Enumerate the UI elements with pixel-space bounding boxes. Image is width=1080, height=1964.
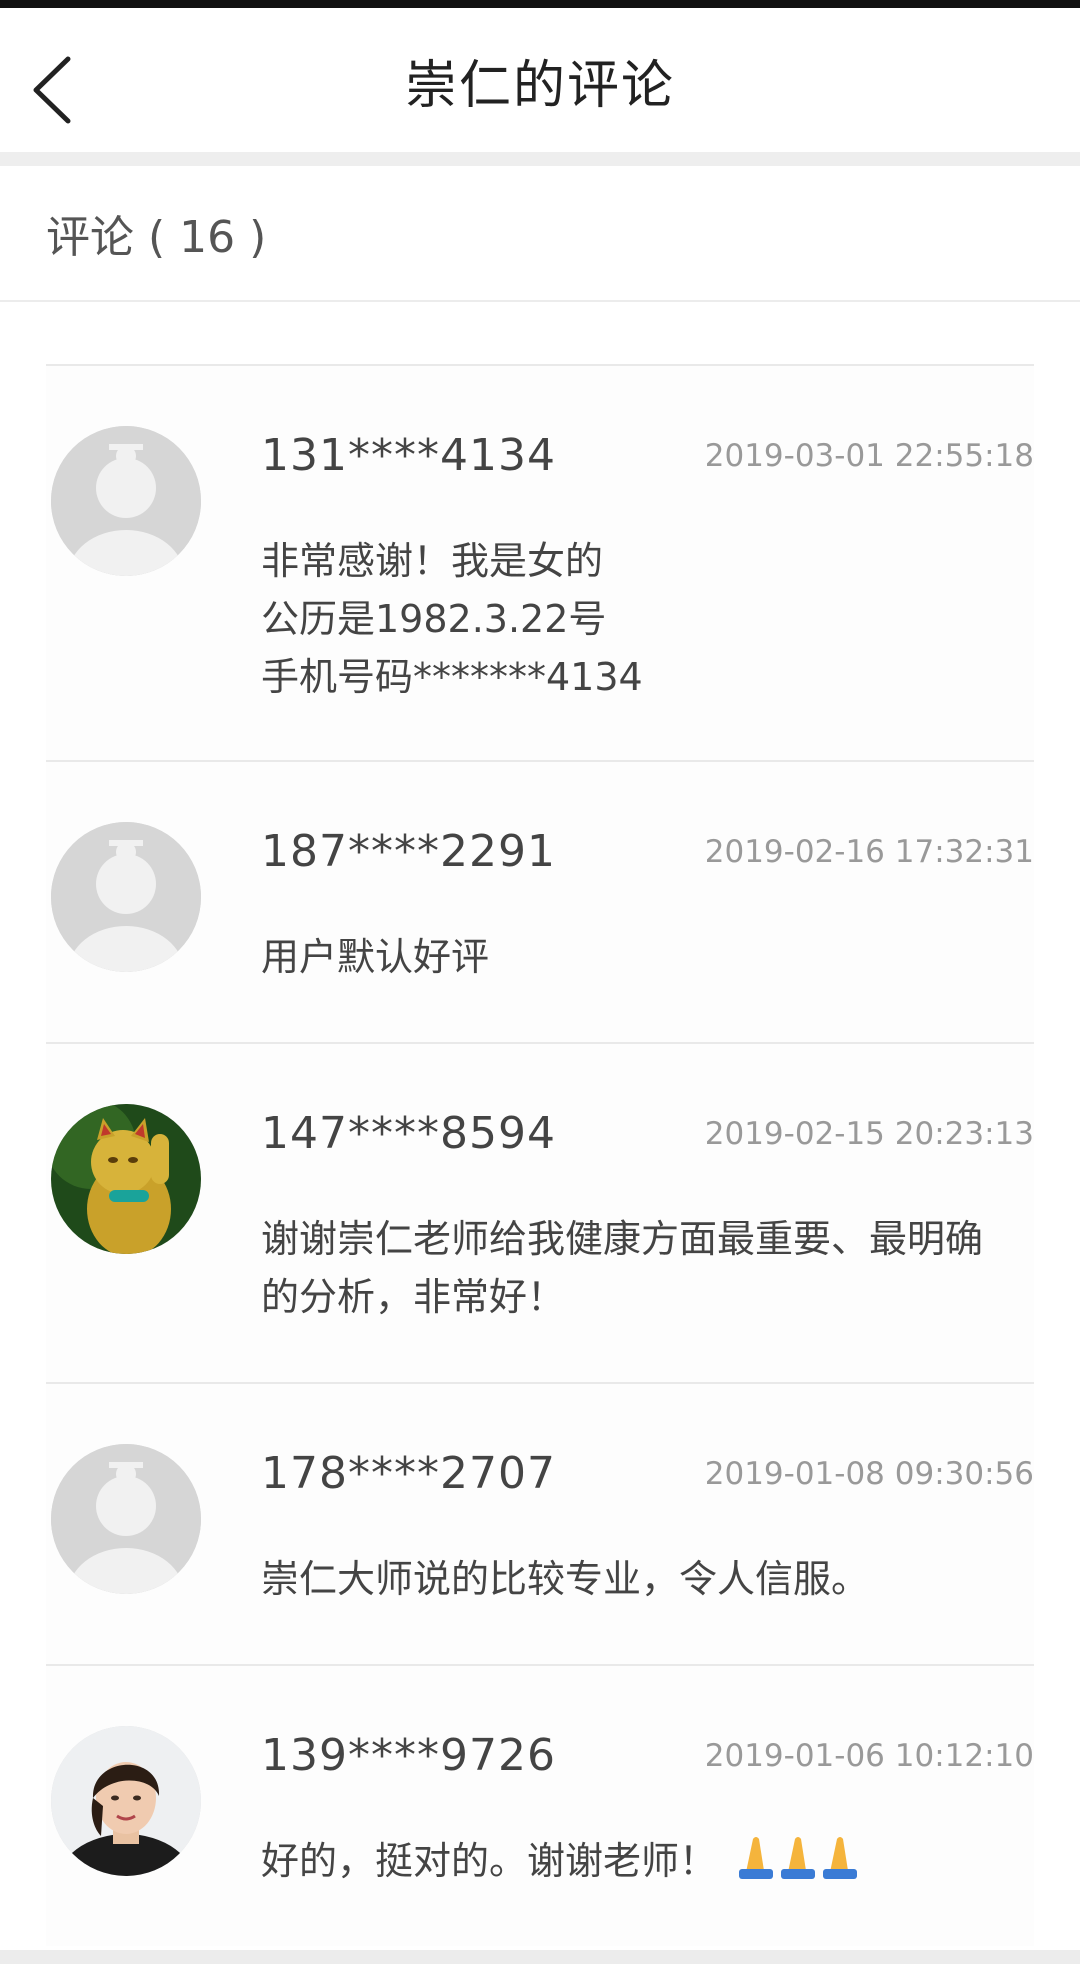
comment-line: 用户默认好评 <box>261 935 490 979</box>
comment-item[interactable]: 187****2291 2019-02-16 17:32:31 用户默认好评 <box>46 762 1034 1044</box>
list-top-spacer <box>46 302 1034 366</box>
comment-user: 187****2291 <box>261 826 556 877</box>
top-navigation-bar: 崇仁的评论 <box>0 8 1080 152</box>
lucky-cat-avatar <box>51 1104 201 1254</box>
comment-time: 2019-01-06 10:12:10 <box>704 1738 1034 1774</box>
comment-line: 公历是1982.3.22号 <box>261 597 607 641</box>
comment-time: 2019-02-16 17:32:31 <box>704 834 1034 870</box>
comment-line: 好的，挺对的。谢谢老师！ <box>261 1839 718 1883</box>
back-button[interactable] <box>22 50 82 130</box>
comment-text: 用户默认好评 <box>261 928 1010 986</box>
comment-time: 2019-02-15 20:23:13 <box>704 1116 1034 1152</box>
comment-item[interactable]: 178****2707 2019-01-08 09:30:56 崇仁大师说的比较… <box>46 1384 1034 1666</box>
praying-hands-icon <box>735 1833 861 1895</box>
comment-user: 131****4134 <box>261 430 556 481</box>
comment-text: 非常感谢！我是女的 公历是1982.3.22号 手机号码*******4134 <box>261 532 1010 706</box>
comment-time: 2019-01-08 09:30:56 <box>704 1456 1034 1492</box>
comment-item[interactable]: 147****8594 2019-02-15 20:23:13 谢谢崇仁老师给我… <box>46 1044 1034 1384</box>
comments-count-label: 评论 ( 16 ) <box>46 212 267 263</box>
comment-item[interactable]: 131****4134 2019-03-01 22:55:18 非常感谢！我是女… <box>46 366 1034 762</box>
page-title: 崇仁的评论 <box>404 55 675 116</box>
comments-count-header: 评论 ( 16 ) <box>0 166 1080 302</box>
default-avatar-icon <box>51 426 201 576</box>
default-avatar-icon <box>51 1444 201 1594</box>
comment-line: 的分析，非常好！ <box>261 1275 566 1319</box>
chevron-left-icon <box>33 56 71 124</box>
comment-list[interactable]: 131****4134 2019-03-01 22:55:18 非常感谢！我是女… <box>0 302 1080 1946</box>
comment-line-row: 好的，挺对的。谢谢老师！ <box>261 1832 1010 1895</box>
comment-line: 手机号码*******4134 <box>261 655 643 699</box>
comment-user: 147****8594 <box>261 1108 556 1159</box>
comment-text: 崇仁大师说的比较专业，令人信服。 <box>261 1550 1010 1608</box>
comment-text: 好的，挺对的。谢谢老师！ <box>261 1832 1010 1895</box>
comment-line: 谢谢崇仁老师给我健康方面最重要、最明确 <box>261 1217 984 1261</box>
comment-user: 178****2707 <box>261 1448 556 1499</box>
comment-time: 2019-03-01 22:55:18 <box>704 438 1034 474</box>
comment-line: 非常感谢！我是女的 <box>261 539 604 583</box>
comment-text: 谢谢崇仁老师给我健康方面最重要、最明确 的分析，非常好！ <box>261 1210 1010 1326</box>
woman-photo-avatar <box>51 1726 201 1876</box>
bottom-divider-band <box>0 1950 1080 1964</box>
divider-band <box>0 152 1080 166</box>
comment-item[interactable]: 139****9726 2019-01-06 10:12:10 好的，挺对的。谢… <box>46 1666 1034 1946</box>
comment-user: 139****9726 <box>261 1730 556 1781</box>
comment-line: 崇仁大师说的比较专业，令人信服。 <box>261 1557 870 1601</box>
default-avatar-icon <box>51 822 201 972</box>
status-bar-strip <box>0 0 1080 8</box>
